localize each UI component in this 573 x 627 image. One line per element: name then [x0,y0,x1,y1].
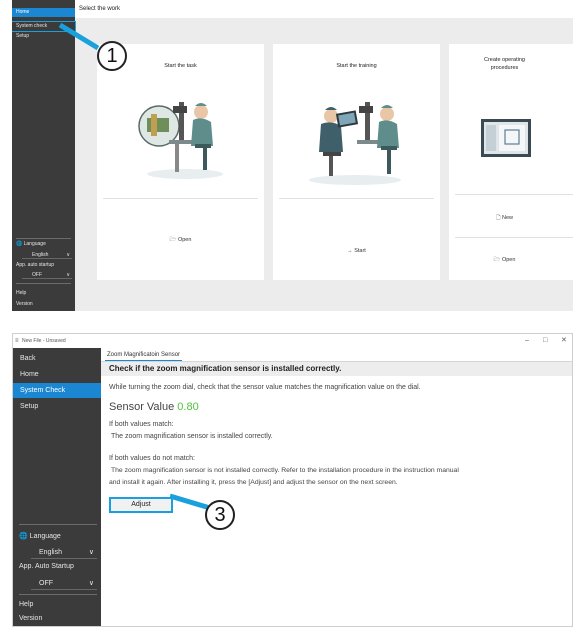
card-divider [455,194,573,195]
chevron-down-icon: ∨ [66,252,70,258]
nomatch-body-line2: and install it again. After installing i… [109,479,398,486]
new-file-icon: 🗋 [496,215,501,221]
version-link[interactable]: Version [19,615,42,622]
auto-startup-select[interactable]: OFF ∨ [22,271,72,279]
sidebar-divider [16,238,71,239]
sensor-value-row: Sensor Value 0.80 [109,400,199,414]
language-select[interactable]: English ∨ [22,251,72,259]
adjust-button[interactable]: Adjust [109,497,173,513]
start-action[interactable]: → Start [273,248,440,254]
sidebar-item-back[interactable]: Back [13,351,101,366]
nomatch-body-line1: The zoom magnification sensor is not ins… [111,467,459,474]
sidebar-item-system-check[interactable]: System Check [13,383,101,398]
auto-startup-label: App. Auto Startup [19,563,74,570]
auto-startup-select[interactable]: OFF ∨ [31,577,97,590]
sidebar-item-home[interactable]: Home [13,367,101,382]
nomatch-title: If both values do not match: [109,455,195,462]
procedure-screen-icon [481,119,531,157]
app-icon: ≡ [15,338,19,344]
help-link[interactable]: Help [16,290,26,296]
language-value: English [39,549,62,556]
section-heading: Check if the zoom magnification sensor i… [109,364,342,373]
new-action[interactable]: 🗋 New [449,214,560,223]
tab-zoom-magnification-sensor[interactable]: Zoom Magnificatoin Sensor [105,350,183,361]
chevron-down-icon: ∨ [66,272,70,278]
maximize-icon[interactable]: □ [543,334,547,348]
version-link[interactable]: Version [16,301,33,307]
help-link[interactable]: Help [19,601,33,608]
sidebar-item-setup[interactable]: Setup [13,399,101,414]
chevron-down-icon: ∨ [88,549,94,556]
chevron-down-icon: ∨ [88,580,94,587]
language-label: Language [29,533,61,540]
match-title: If both values match: [109,421,174,428]
card-divider [455,237,573,238]
sensor-value-label: Sensor Value [109,401,175,413]
main-panel: Zoom Magnificatoin Sensor Check if the z… [101,348,572,626]
open-label: Open [501,257,516,263]
arrow-right-icon: → [347,248,353,254]
card-start-training[interactable]: Start the training → Start [273,44,440,280]
language-label: Language [23,241,46,247]
callout-3-marker: 3 [205,500,235,530]
training-illustration [309,102,401,185]
new-label: New [501,215,513,221]
open-action[interactable]: 🗁 Open [449,256,560,265]
sidebar-divider [19,524,97,525]
folder-open-icon: 🗁 [169,237,177,243]
window-title: New File - Unsaved [22,338,66,344]
sidebar-divider [16,283,71,284]
card-title: Start the training [336,63,377,69]
bottom-screenshot: ≡ New File - Unsaved – □ ✕ Back Home Sys… [12,333,573,627]
language-select[interactable]: English ∨ [31,546,97,559]
callout-1-marker: 1 [97,41,127,71]
microscope-operator-illustration [138,102,223,179]
auto-startup-value: OFF [39,580,53,587]
language-value: English [32,252,49,258]
language-icon: 🌐 [16,241,23,247]
sensor-value: 0.80 [177,401,199,413]
page-title: Select the work [75,0,573,18]
card-title: Create operating procedures [484,57,525,71]
language-row: 🌐 Language [16,241,46,247]
card-start-task[interactable]: Start the task 🗁 Open [97,44,264,280]
match-body: The zoom magnification sensor is install… [111,433,273,440]
window-titlebar: ≡ New File - Unsaved – □ ✕ [13,334,572,348]
card-divider [103,198,258,199]
card-create-procedures[interactable]: Create operating procedures 🗋 New 🗁 Open [449,44,573,280]
auto-startup-value: OFF [32,272,42,278]
card-divider [279,198,434,199]
instruction-text: While turning the zoom dial, check that … [109,384,421,391]
open-action[interactable]: 🗁 Open [97,236,264,245]
folder-open-icon: 🗁 [493,257,501,263]
language-icon: 🌐 [19,533,28,540]
open-label: Open [177,237,192,243]
start-label: Start [354,248,366,254]
sidebar-divider [19,594,97,595]
auto-startup-label: App. auto startup [16,262,55,268]
language-row: 🌐 Language [19,532,61,540]
sidebar: Back Home System Check Setup 🌐 Language … [13,348,101,626]
minimize-icon[interactable]: – [525,334,529,348]
close-icon[interactable]: ✕ [561,334,567,348]
